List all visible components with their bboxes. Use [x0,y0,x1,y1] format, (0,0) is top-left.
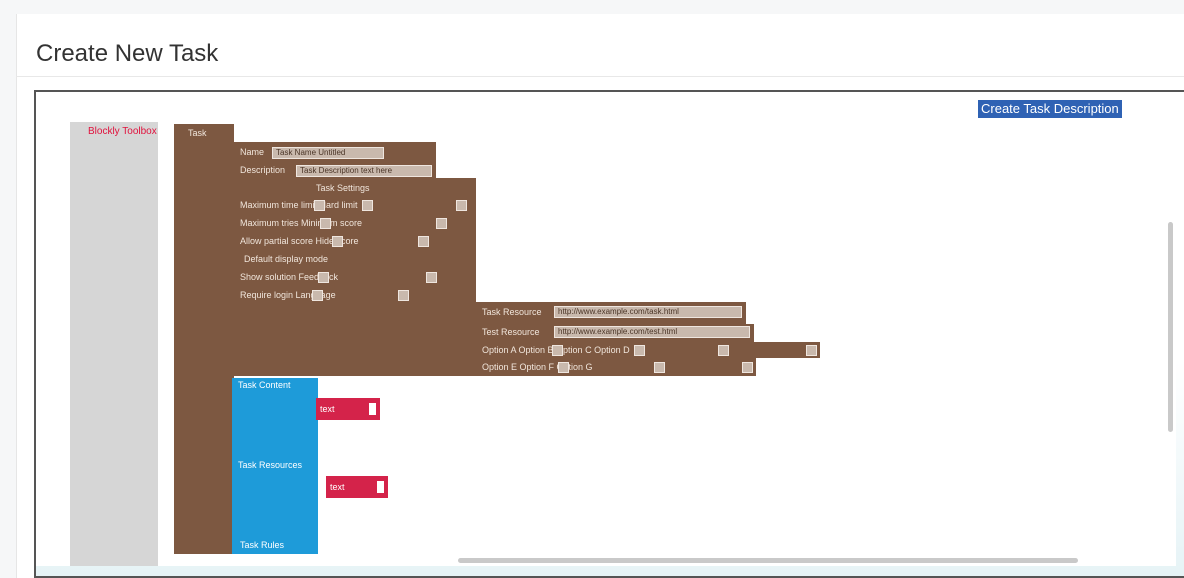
setting-checkbox[interactable] [362,200,373,211]
option-checkbox[interactable] [806,345,817,356]
task-name-field[interactable]: Task Name Untitled [272,147,384,159]
setting-checkbox[interactable] [318,272,329,283]
task-content-block-body[interactable] [232,392,318,460]
task-name-label: Name [240,147,265,157]
toolbox-label[interactable]: Blockly Toolbox [88,126,157,137]
workspace-vertical-scrollbar[interactable] [1168,222,1173,432]
task-rules-block-label: Task Rules [240,540,285,550]
task-settings-header: Task Settings [316,183,370,193]
task-description-label: Description [240,165,286,175]
setting-checkbox[interactable] [320,218,331,229]
workspace-horizontal-scrollbar[interactable] [458,558,1078,563]
setting-checkbox[interactable] [456,200,467,211]
setting-checkbox[interactable] [398,290,409,301]
option-checkbox[interactable] [634,345,645,356]
option-checkbox[interactable] [654,362,665,373]
settings-row: Maximum time limit Hard limit [240,200,358,210]
test-resource-field[interactable]: http://www.example.com/test.html [554,326,750,338]
options-row-text: Option E Option F Option G [482,362,593,372]
text-block-knob [369,403,376,415]
task-description-field[interactable]: Task Description text here [296,165,432,177]
option-checkbox[interactable] [742,362,753,373]
task-content-block-label: Task Content [238,380,291,390]
blockly-toolbox[interactable] [70,122,158,566]
setting-checkbox[interactable] [332,236,343,247]
task-block-header: Task [188,128,207,138]
settings-row: Maximum tries Minimum score [240,218,363,228]
setting-checkbox[interactable] [436,218,447,229]
title-divider [16,76,1184,77]
setting-checkbox[interactable] [314,200,325,211]
text-block-label: text [330,482,345,492]
settings-row: Default display mode [244,254,329,264]
setting-checkbox[interactable] [418,236,429,247]
task-resource-field[interactable]: http://www.example.com/task.html [554,306,742,318]
text-block[interactable]: text [326,476,388,498]
text-block-label: text [320,404,335,414]
task-resources-block-label: Task Resources [238,460,303,470]
text-block-knob [377,481,384,493]
create-task-description-button[interactable]: Create Task Description [978,100,1122,118]
setting-checkbox[interactable] [312,290,323,301]
option-checkbox[interactable] [718,345,729,356]
test-resource-label: Test Resource [482,327,540,337]
setting-checkbox[interactable] [426,272,437,283]
page-title: Create New Task [36,40,219,67]
text-block[interactable]: text [316,398,380,420]
task-resources-block-body[interactable] [232,472,318,540]
task-resource-label: Task Resource [482,307,542,317]
task-block-spine[interactable] [174,124,234,554]
option-checkbox[interactable] [558,362,569,373]
option-checkbox[interactable] [552,345,563,356]
